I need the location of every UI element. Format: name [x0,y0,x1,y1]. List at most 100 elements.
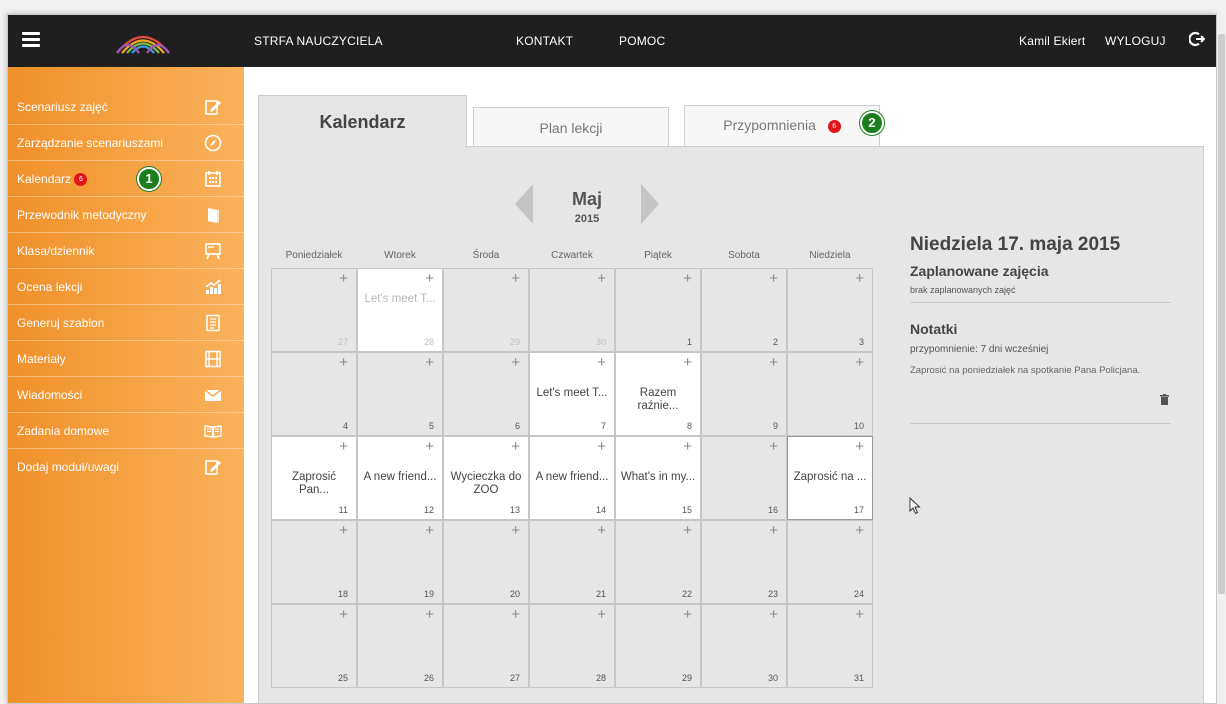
add-event-button[interactable]: + [511,439,520,455]
sidebar-item-dodaj[interactable]: Dodaj moduł/uwagi [8,449,244,485]
sidebar-item-zadania[interactable]: Zadania domowe [8,413,244,449]
add-event-button[interactable]: + [511,523,520,539]
sidebar-item-przewodnik[interactable]: Przewodnik metodyczny [8,197,244,233]
calendar-day-cell[interactable]: +19 [357,520,443,604]
add-event-button[interactable]: + [339,355,348,371]
site-title[interactable]: STRFA NAUCZYCIELA [254,34,383,48]
calendar-event[interactable]: A new friend... [362,471,438,484]
calendar-day-cell[interactable]: +20 [443,520,529,604]
add-event-button[interactable]: + [425,271,434,287]
add-event-button[interactable]: + [339,607,348,623]
calendar-event[interactable]: Razem raźnie... [620,387,696,413]
trash-icon[interactable] [1160,394,1169,405]
calendar-day-cell[interactable]: +22 [615,520,701,604]
calendar-day-cell-selected[interactable]: + Zaprosić na ... 17 [787,436,873,520]
add-event-button[interactable]: + [769,355,778,371]
add-event-button[interactable]: + [511,355,520,371]
tab-przypomnienia[interactable]: Przypomnienia 6 [684,105,880,147]
calendar-day-cell[interactable]: +23 [701,520,787,604]
add-event-button[interactable]: + [769,523,778,539]
add-event-button[interactable]: + [683,523,692,539]
calendar-event[interactable]: What's in my... [620,471,696,484]
calendar-day-cell[interactable]: + Wycieczka do ZOO 13 [443,436,529,520]
calendar-day-cell[interactable]: + A new friend... 12 [357,436,443,520]
calendar-day-cell[interactable]: + Razem raźnie... 8 [615,352,701,436]
prev-month-button[interactable] [515,184,533,224]
add-event-button[interactable]: + [769,439,778,455]
add-event-button[interactable]: + [683,271,692,287]
scrollbar-thumb[interactable] [1218,34,1225,594]
add-event-button[interactable]: + [425,355,434,371]
add-event-button[interactable]: + [597,523,606,539]
calendar-day-cell[interactable]: +29 [443,268,529,352]
calendar-day-cell[interactable]: +25 [271,604,357,688]
calendar-day-cell[interactable]: +28 [529,604,615,688]
calendar-day-cell[interactable]: +5 [357,352,443,436]
calendar-event[interactable]: Let's meet T... [534,387,610,400]
add-event-button[interactable]: + [683,607,692,623]
add-event-button[interactable]: + [769,607,778,623]
user-name[interactable]: Kamil Ekiert [1019,34,1085,48]
add-event-button[interactable]: + [425,439,434,455]
sidebar-item-generuj[interactable]: Generuj szablon [8,305,244,341]
sidebar-item-klasa[interactable]: Klasa/dziennik [8,233,244,269]
menu-icon[interactable] [22,32,40,47]
add-event-button[interactable]: + [855,523,864,539]
calendar-day-cell[interactable]: +18 [271,520,357,604]
tab-plan-lekcji[interactable]: Plan lekcji [473,107,669,147]
add-event-button[interactable]: + [855,271,864,287]
logout-icon[interactable] [1189,31,1205,47]
calendar-event[interactable]: Let's meet T... [362,293,438,306]
calendar-day-cell[interactable]: +27 [271,268,357,352]
calendar-day-cell[interactable]: +2 [701,268,787,352]
add-event-button[interactable]: + [855,355,864,371]
calendar-event[interactable]: Wycieczka do ZOO [448,471,524,497]
calendar-day-cell[interactable]: +29 [615,604,701,688]
add-event-button[interactable]: + [511,271,520,287]
calendar-day-cell[interactable]: +10 [787,352,873,436]
add-event-button[interactable]: + [511,607,520,623]
calendar-day-cell[interactable]: +31 [787,604,873,688]
calendar-event[interactable]: A new friend... [534,471,610,484]
calendar-day-cell[interactable]: +16 [701,436,787,520]
calendar-day-cell[interactable]: +21 [529,520,615,604]
add-event-button[interactable]: + [425,523,434,539]
add-event-button[interactable]: + [339,523,348,539]
calendar-day-cell[interactable]: +9 [701,352,787,436]
add-event-button[interactable]: + [855,439,864,455]
add-event-button[interactable]: + [339,271,348,287]
calendar-day-cell[interactable]: +30 [529,268,615,352]
add-event-button[interactable]: + [683,355,692,371]
next-month-button[interactable] [641,184,659,224]
add-event-button[interactable]: + [597,439,606,455]
pomoc-link[interactable]: POMOC [619,34,665,48]
rainbow-logo[interactable] [113,23,173,57]
add-event-button[interactable]: + [683,439,692,455]
calendar-day-cell[interactable]: +6 [443,352,529,436]
logout-link[interactable]: WYLOGUJ [1105,34,1166,48]
sidebar-item-scenariusz[interactable]: Scenariusz zajęć [8,89,244,125]
calendar-day-cell[interactable]: +24 [787,520,873,604]
kontakt-link[interactable]: KONTAKT [516,34,573,48]
sidebar-item-zarzadzanie[interactable]: Zarządzanie scenariuszami [8,125,244,161]
calendar-event[interactable]: Zaprosić Pan... [276,471,352,497]
calendar-day-cell[interactable]: + A new friend... 14 [529,436,615,520]
scrollbar[interactable] [1217,14,1226,704]
tab-kalendarz[interactable]: Kalendarz [258,95,467,147]
calendar-day-cell[interactable]: +30 [701,604,787,688]
add-event-button[interactable]: + [425,607,434,623]
add-event-button[interactable]: + [855,607,864,623]
add-event-button[interactable]: + [769,271,778,287]
calendar-day-cell[interactable]: +3 [787,268,873,352]
calendar-day-cell[interactable]: +4 [271,352,357,436]
add-event-button[interactable]: + [339,439,348,455]
calendar-day-cell[interactable]: + Let's meet T... 7 [529,352,615,436]
calendar-day-cell[interactable]: + Zaprosić Pan... 11 [271,436,357,520]
calendar-day-cell[interactable]: + Let's meet T... 28 [357,268,443,352]
sidebar-item-materialy[interactable]: Materiały [8,341,244,377]
calendar-event[interactable]: Zaprosić na ... [792,471,868,484]
add-event-button[interactable]: + [597,355,606,371]
calendar-day-cell[interactable]: +27 [443,604,529,688]
calendar-day-cell[interactable]: +26 [357,604,443,688]
add-event-button[interactable]: + [597,607,606,623]
